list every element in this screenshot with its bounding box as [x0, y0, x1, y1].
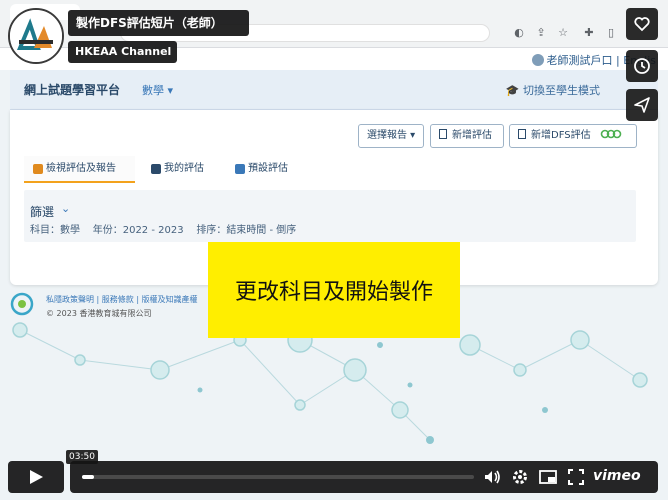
user-icon [531, 54, 544, 66]
sort-filter-value: 結束時間 - 倒序 [226, 225, 297, 236]
subject-menu: 數學 ▾ [142, 84, 174, 97]
tab-label: 我的評估 [164, 163, 204, 174]
assessment-tabs: 檢視評估及報告 我的評估 預設評估 [24, 156, 306, 183]
account-icon: ◐ [514, 26, 524, 39]
picture-in-picture-icon[interactable] [538, 467, 558, 487]
chevron-down-icon: ⌄ [61, 202, 71, 215]
share-page-icon: ⇪ [536, 26, 546, 39]
tab-label: 檢視評估及報告 [46, 163, 116, 174]
paper-plane-icon [634, 97, 650, 113]
new-assessment-label: 新增評估 [452, 130, 492, 141]
tab-preset-assessments: 預設評估 [226, 156, 306, 183]
player-controls: vimeo [70, 461, 658, 493]
site-header: 網上試題學習平台 數學 ▾ 🎓 切換至學生模式 [10, 70, 658, 110]
subject-menu-label: 數學 [142, 84, 164, 97]
channel-name[interactable]: HKEAA Channel [68, 41, 177, 63]
dfs-logo-icon [600, 129, 622, 139]
filter-title: 篩選 [30, 205, 55, 219]
new-dfs-assessment-button: 新增DFS評估 [509, 124, 637, 148]
folder-icon [151, 164, 161, 174]
document-icon [518, 129, 526, 139]
play-icon [30, 470, 43, 484]
like-button[interactable] [626, 8, 658, 40]
subject-filter-label: 科目 [30, 225, 50, 236]
terms-link: 服務條款 [101, 295, 134, 304]
share-button[interactable] [626, 89, 658, 121]
footer-links: 私隱政策聲明 | 服務條款 | 版權及知識產權 [46, 295, 198, 304]
extensions-icon: ✚ [584, 26, 594, 39]
new-dfs-label: 新增DFS評估 [531, 130, 591, 141]
report-icon [33, 164, 43, 174]
footer-copyright: © 2023 香港教育城有限公司 [46, 309, 152, 318]
filter-summary: 科目：數學 年份：2022 - 2023 排序：結束時間 - 倒序 [30, 225, 297, 236]
progress-fill [82, 475, 94, 479]
sort-filter-label: 排序 [196, 225, 217, 236]
copyright-link: 版權及知識產權 [141, 295, 198, 304]
year-filter-value: 2022 - 2023 [122, 225, 184, 236]
clock-icon [634, 58, 650, 74]
vimeo-logo[interactable]: vimeo [593, 468, 641, 484]
bookmark-star-icon: ☆ [558, 26, 568, 39]
fullscreen-icon[interactable] [566, 467, 586, 487]
watch-later-button[interactable] [626, 50, 658, 82]
heart-icon [634, 17, 650, 32]
side-panel-icon: ▯ [607, 26, 615, 39]
tab-view-reports: 檢視評估及報告 [24, 156, 135, 183]
switch-mode-label: 切換至學生模式 [523, 84, 600, 97]
new-assessment-button: 新增評估 [430, 124, 504, 148]
volume-icon[interactable] [482, 467, 502, 487]
video-caption: 更改科目及開始製作 [208, 242, 460, 338]
hkeaa-logo-icon [10, 10, 62, 62]
select-report-button: 選擇報告 ▾ [358, 124, 424, 148]
edcity-logo-icon [10, 292, 34, 316]
filter-panel: 篩選 ⌄ 科目：數學 年份：2022 - 2023 排序：結束時間 - 倒序 [24, 190, 636, 242]
document-icon [439, 129, 447, 139]
channel-avatar[interactable] [8, 8, 64, 64]
tab-label: 預設評估 [248, 163, 288, 174]
video-title[interactable]: 製作DFS評估短片（老師） [68, 10, 249, 36]
progress-bar[interactable] [82, 475, 474, 479]
video-frame[interactable]: ◐ ⇪ ☆ ✚ ▯ 老師測試戶口 | Englis 網上試題學習平台 數學 ▾ … [0, 0, 668, 500]
subject-filter-value: 數學 [60, 225, 80, 236]
select-report-label: 選擇報告 [367, 130, 407, 141]
switch-student-mode: 🎓 切換至學生模式 [505, 84, 600, 97]
settings-gear-icon[interactable] [510, 467, 530, 487]
tab-my-assessments: 我的評估 [142, 156, 220, 183]
site-title: 網上試題學習平台 [24, 83, 121, 97]
privacy-link: 私隱政策聲明 [46, 295, 94, 304]
play-button[interactable] [8, 461, 64, 493]
download-icon [235, 164, 245, 174]
year-filter-label: 年份 [92, 225, 113, 236]
